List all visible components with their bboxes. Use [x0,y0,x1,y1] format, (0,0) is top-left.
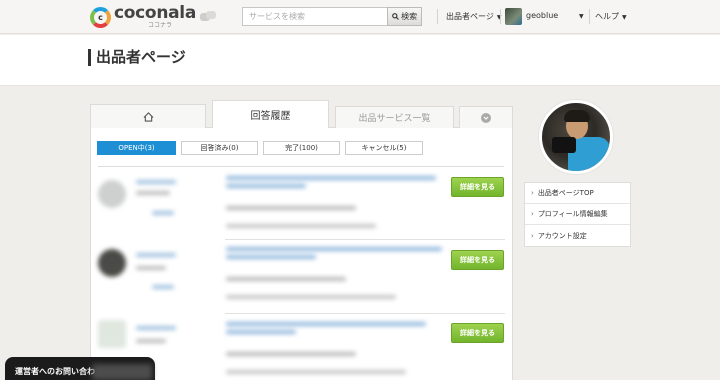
tab-label: 出品サービス一覧 [358,114,431,124]
help-label: ヘルプ [595,12,619,21]
request-row[interactable] [94,243,444,313]
chevron-right-icon: › [531,231,534,240]
filter-open[interactable]: OPEN中(3) [97,141,176,155]
search-icon [392,13,399,20]
nav-divider [500,9,501,24]
sidebar-item-label: 出品者ページTOP [537,189,594,197]
caret-down-icon[interactable]: ▼ [576,11,584,20]
chevron-right-icon: › [531,189,534,197]
view-details-button[interactable]: 詳細を見る [451,177,504,197]
user-avatar[interactable] [505,8,522,25]
blurred-overlay [92,364,152,380]
username: geoblue [526,11,559,20]
tab-home[interactable] [90,104,206,128]
chat-bubble-icon [200,11,216,22]
search-bar: サービスを検索 検索 [242,7,422,26]
tab-label: 回答履歴 [250,111,291,122]
logo-text: coconala [114,3,196,23]
seller-side-menu: › 出品者ページTOP › プロフィール情報編集 › アカウント設定 [524,182,631,247]
tab-answer-history[interactable]: 回答履歴 [212,100,329,128]
filter-complete[interactable]: 完了(100) [263,141,340,155]
chevron-right-icon: › [531,210,534,218]
user-menu[interactable]: geoblue [526,11,558,20]
chevron-down-circle-icon [481,112,491,123]
sidebar-item-label: アカウント設定 [537,231,587,240]
row-divider [225,313,505,314]
seller-page-label: 出品者ページ [446,12,494,21]
caret-down-icon: ▼ [622,14,627,21]
sidebar-item-account-settings[interactable]: › アカウント設定 [525,225,630,246]
nav-divider [437,9,438,24]
page-title: 出品者ページ [88,49,186,66]
search-button[interactable]: 検索 [387,7,422,26]
coconala-logo[interactable]: c coconala ココナラ [90,4,196,30]
search-button-label: 検索 [401,12,418,21]
sidebar-item-profile-edit[interactable]: › プロフィール情報編集 [525,204,630,225]
home-icon [143,111,153,122]
search-input[interactable]: サービスを検索 [242,7,388,26]
help-menu[interactable]: ヘルプ ▼ [595,11,627,22]
row-divider [225,239,505,240]
logo-mark-icon: c [90,6,111,28]
filter-answered[interactable]: 回答済み(0) [181,141,258,155]
view-details-button[interactable]: 詳細を見る [451,323,504,343]
filter-cancelled[interactable]: キャンセル(5) [345,141,423,155]
request-row[interactable] [94,170,444,240]
sidebar-item-seller-top[interactable]: › 出品者ページTOP [525,183,630,204]
sidebar-item-label: プロフィール情報編集 [537,210,608,218]
profile-photo[interactable] [539,100,613,174]
nav-divider [589,9,590,24]
top-header: c coconala ココナラ サービスを検索 検索 出品者ページ▼ geobl… [0,0,720,34]
view-details-button[interactable]: 詳細を見る [451,250,504,270]
tab-bar: 回答履歴 出品サービス一覧 [90,100,513,128]
tab-service-list[interactable]: 出品サービス一覧 [335,106,454,128]
filter-divider [98,166,504,167]
tab-more[interactable] [459,106,513,128]
status-filters: OPEN中(3) 回答済み(0) 完了(100) キャンセル(5) [97,141,423,155]
logo-kana: ココナラ [148,22,173,29]
seller-page-menu[interactable]: 出品者ページ▼ [446,11,501,22]
